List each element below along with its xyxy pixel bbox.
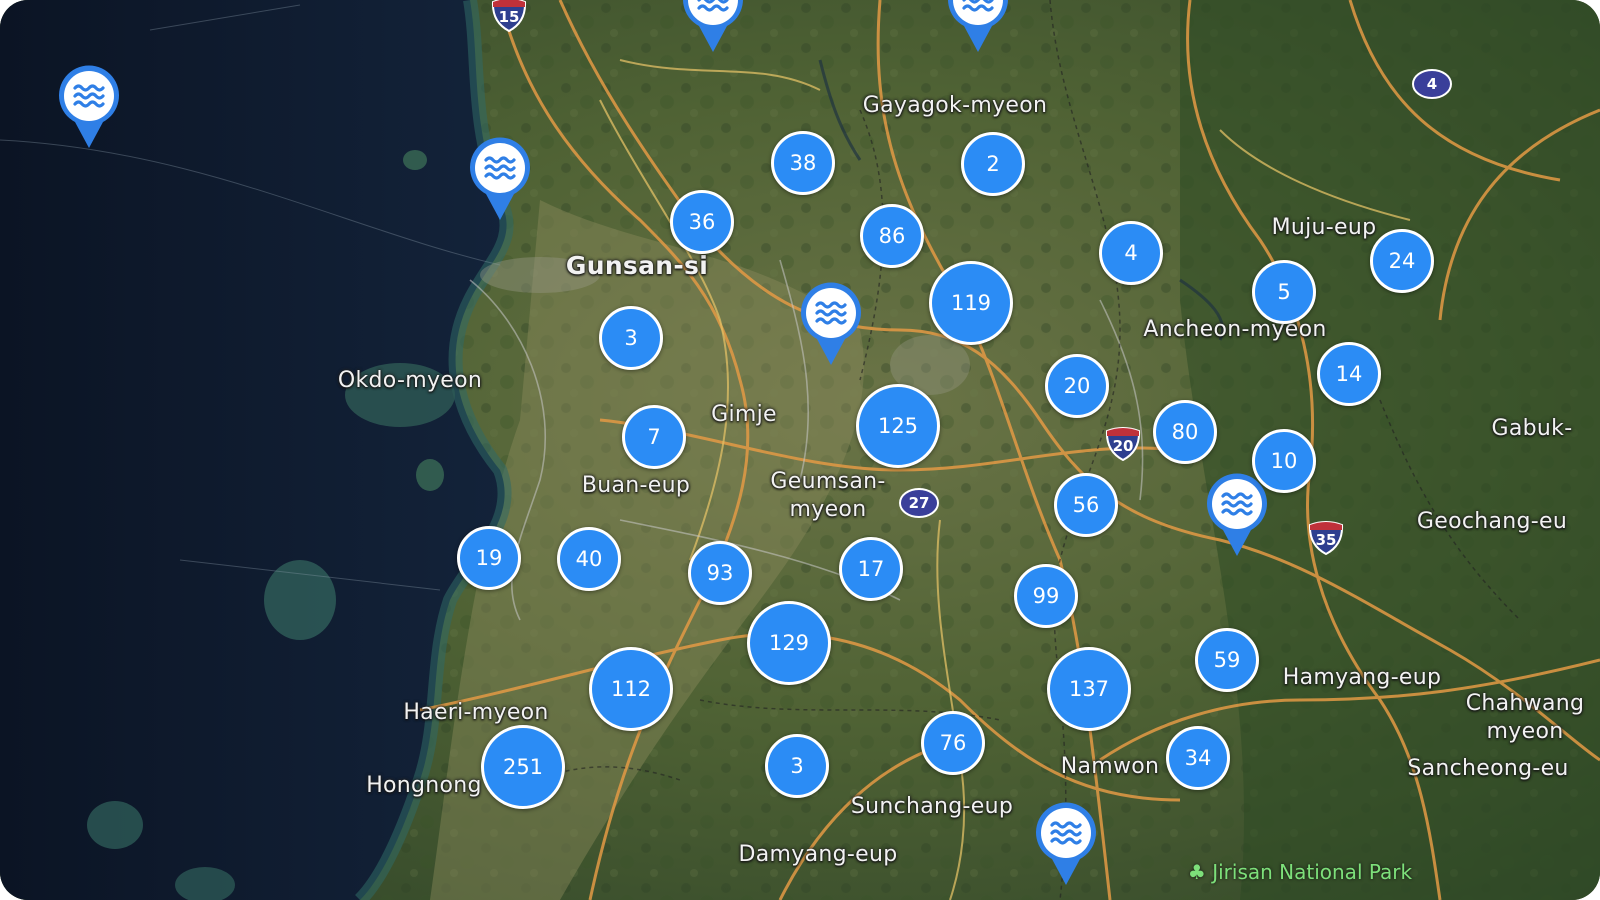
water-station-pin[interactable] bbox=[946, 0, 1010, 54]
cluster-marker[interactable]: 38 bbox=[771, 131, 835, 195]
cluster-count: 119 bbox=[950, 291, 992, 315]
cluster-marker[interactable]: 59 bbox=[1195, 628, 1259, 692]
water-station-pin[interactable] bbox=[1034, 801, 1098, 887]
cluster-marker[interactable]: 17 bbox=[839, 537, 903, 601]
cluster-marker[interactable]: 4 bbox=[1099, 221, 1163, 285]
cluster-count: 40 bbox=[575, 547, 603, 571]
cluster-count: 99 bbox=[1032, 584, 1060, 608]
cluster-count: 5 bbox=[1277, 280, 1291, 304]
cluster-marker[interactable]: 7 bbox=[622, 405, 686, 469]
cluster-count: 20 bbox=[1063, 374, 1091, 398]
cluster-count: 125 bbox=[877, 414, 919, 438]
route-shield-number: 4 bbox=[1426, 75, 1438, 93]
route-shield-15: 15 bbox=[490, 0, 528, 32]
water-station-pin[interactable] bbox=[468, 136, 532, 222]
route-shield-number: 15 bbox=[498, 8, 520, 26]
cluster-count: 56 bbox=[1072, 493, 1100, 517]
cluster-marker[interactable]: 112 bbox=[589, 647, 673, 731]
route-shield-number: 20 bbox=[1112, 437, 1134, 455]
cluster-marker[interactable]: 93 bbox=[688, 541, 752, 605]
route-shield-27: 27 bbox=[898, 487, 940, 519]
cluster-count: 2 bbox=[986, 152, 1000, 176]
route-shield-4: 4 bbox=[1411, 68, 1453, 100]
cluster-count: 112 bbox=[610, 677, 652, 701]
cluster-marker[interactable]: 2 bbox=[961, 132, 1025, 196]
cluster-marker[interactable]: 251 bbox=[481, 725, 565, 809]
cluster-marker[interactable]: 125 bbox=[856, 384, 940, 468]
route-shield-35: 35 bbox=[1307, 519, 1345, 555]
cluster-count: 14 bbox=[1335, 362, 1363, 386]
map-view[interactable]: Gayagok-myeon Gunsan-si Okdo-myeon Gimje Bua… bbox=[0, 0, 1600, 900]
route-shield-number: 35 bbox=[1315, 531, 1337, 549]
cluster-marker[interactable]: 99 bbox=[1014, 564, 1078, 628]
cluster-marker[interactable]: 86 bbox=[860, 204, 924, 268]
cluster-count: 80 bbox=[1171, 420, 1199, 444]
cluster-count: 129 bbox=[768, 631, 810, 655]
cluster-count: 76 bbox=[939, 731, 967, 755]
cluster-marker[interactable]: 36 bbox=[670, 190, 734, 254]
route-shield-20: 20 bbox=[1104, 425, 1142, 461]
water-station-pin[interactable] bbox=[799, 281, 863, 367]
cluster-count: 24 bbox=[1388, 249, 1416, 273]
cluster-count: 36 bbox=[688, 210, 716, 234]
cluster-count: 251 bbox=[502, 755, 544, 779]
water-station-pin[interactable] bbox=[57, 64, 121, 150]
cluster-marker[interactable]: 76 bbox=[921, 711, 985, 775]
cluster-count: 7 bbox=[647, 425, 661, 449]
cluster-marker[interactable]: 19 bbox=[457, 526, 521, 590]
route-shield-number: 27 bbox=[908, 494, 930, 512]
cluster-count: 3 bbox=[790, 754, 804, 778]
cluster-marker[interactable]: 119 bbox=[929, 261, 1013, 345]
cluster-marker[interactable]: 80 bbox=[1153, 400, 1217, 464]
cluster-marker[interactable]: 40 bbox=[557, 527, 621, 591]
cluster-marker[interactable]: 20 bbox=[1045, 354, 1109, 418]
cluster-marker[interactable]: 3 bbox=[599, 306, 663, 370]
tree-icon: ♣ bbox=[1187, 860, 1206, 884]
cluster-count: 137 bbox=[1068, 677, 1110, 701]
cluster-marker[interactable]: 34 bbox=[1166, 726, 1230, 790]
cluster-marker[interactable]: 5 bbox=[1252, 260, 1316, 324]
cluster-count: 86 bbox=[878, 224, 906, 248]
cluster-count: 10 bbox=[1270, 449, 1298, 473]
water-station-pin[interactable] bbox=[681, 0, 745, 54]
park-label: ♣ Jirisan National Park bbox=[1188, 860, 1412, 884]
cluster-marker[interactable]: 137 bbox=[1047, 647, 1131, 731]
water-station-pin[interactable] bbox=[1205, 472, 1269, 558]
park-label-text: Jirisan National Park bbox=[1212, 860, 1413, 884]
cluster-count: 3 bbox=[624, 326, 638, 350]
cluster-marker[interactable]: 14 bbox=[1317, 342, 1381, 406]
cluster-count: 4 bbox=[1124, 241, 1138, 265]
cluster-count: 38 bbox=[789, 151, 817, 175]
cluster-marker[interactable]: 56 bbox=[1054, 473, 1118, 537]
cluster-marker[interactable]: 3 bbox=[765, 734, 829, 798]
cluster-marker[interactable]: 129 bbox=[747, 601, 831, 685]
cluster-count: 17 bbox=[857, 557, 885, 581]
cluster-marker[interactable]: 24 bbox=[1370, 229, 1434, 293]
cluster-count: 59 bbox=[1213, 648, 1241, 672]
cluster-count: 93 bbox=[706, 561, 734, 585]
cluster-count: 19 bbox=[475, 546, 503, 570]
cluster-marker[interactable]: 10 bbox=[1252, 429, 1316, 493]
cluster-count: 34 bbox=[1184, 746, 1212, 770]
